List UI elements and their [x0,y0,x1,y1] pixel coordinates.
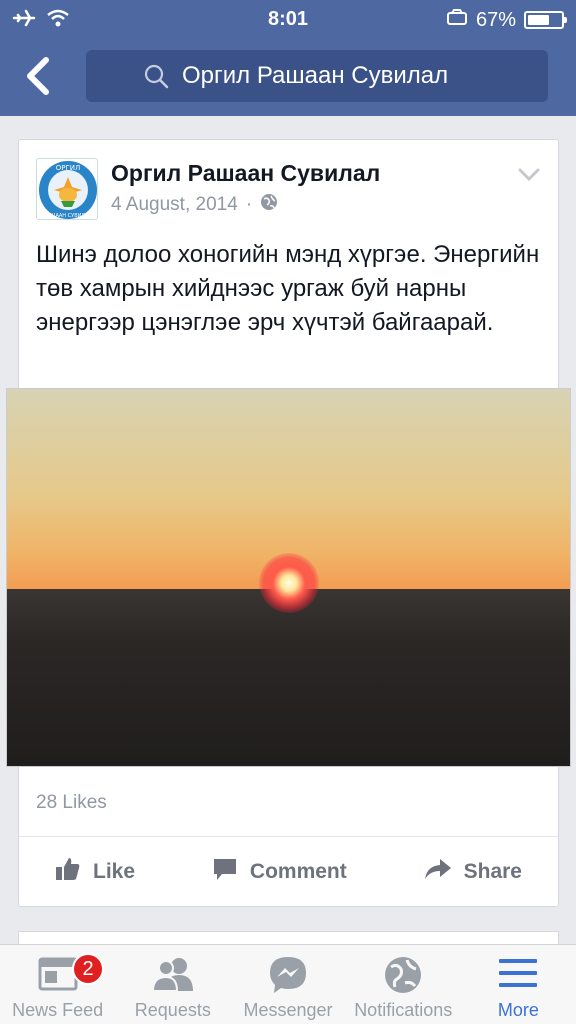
news-feed-badge: 2 [72,953,104,985]
comment-icon [212,856,238,888]
status-bar: 8:01 67% [0,0,576,38]
avatar-text-bottom: РАШААН СУВИЛАЛ [44,213,93,219]
page-name[interactable]: Оргил Рашаан Сувилал [111,160,380,187]
avatar-text-top: ОРГИЛ [56,164,81,172]
post-meta: 4 August, 2014 · [111,193,278,217]
tab-bar: 2 News Feed Requests Messenger Notificat… [0,944,576,1024]
search-bar[interactable]: Оргил Рашаан Сувилал [86,50,548,102]
battery-icon [524,11,567,29]
post-actions: Like Comment Share [19,846,558,898]
search-icon [144,64,170,97]
messenger-label: Messenger [243,1000,333,1020]
comment-button[interactable]: Comment [212,846,347,898]
more-label: More [497,1000,539,1020]
tab-more[interactable]: More [461,945,576,1024]
likes-count[interactable]: 28 Likes [36,792,107,814]
requests-label: Requests [134,1000,211,1020]
messenger-icon [268,955,308,1000]
alarm-icon [446,8,468,32]
friend-requests-icon [151,955,195,998]
tab-news-feed[interactable]: 2 News Feed [0,945,115,1024]
comment-label: Comment [249,860,347,883]
like-button[interactable]: Like [55,846,135,898]
menu-icon [498,955,538,996]
share-icon [424,857,452,887]
meta-separator: · [245,194,253,215]
battery-percent: 67% [475,8,516,31]
globe-icon [260,193,278,217]
photo-ground [7,589,570,766]
share-button[interactable]: Share [424,846,522,898]
photo-sun [259,553,319,613]
news-feed-label: News Feed [12,1000,104,1020]
tab-notifications[interactable]: Notifications [346,945,461,1024]
tab-requests[interactable]: Requests [115,945,230,1024]
post-date[interactable]: 4 August, 2014 [111,194,238,216]
page-avatar[interactable]: ОРГИЛ РАШААН СУВИЛАЛ [36,158,98,220]
thumbs-up-icon [55,856,81,888]
post-text: Шинэ долоо хоногийн мэнд хүргэе. Энергий… [36,241,540,336]
news-feed-icon [38,955,78,998]
notifications-label: Notifications [354,1000,453,1020]
like-label: Like [93,860,136,883]
top-header: 8:01 67% Оргил Рашаан Сувилал [0,0,576,116]
share-label: Share [463,860,522,883]
chevron-down-icon[interactable] [518,168,540,187]
post-photo[interactable] [6,388,571,767]
actions-divider [19,836,558,837]
tab-messenger[interactable]: Messenger [230,945,345,1024]
globe-notifications-icon [383,955,423,1000]
search-text: Оргил Рашаан Сувилал [182,62,449,89]
back-button[interactable] [24,56,64,96]
